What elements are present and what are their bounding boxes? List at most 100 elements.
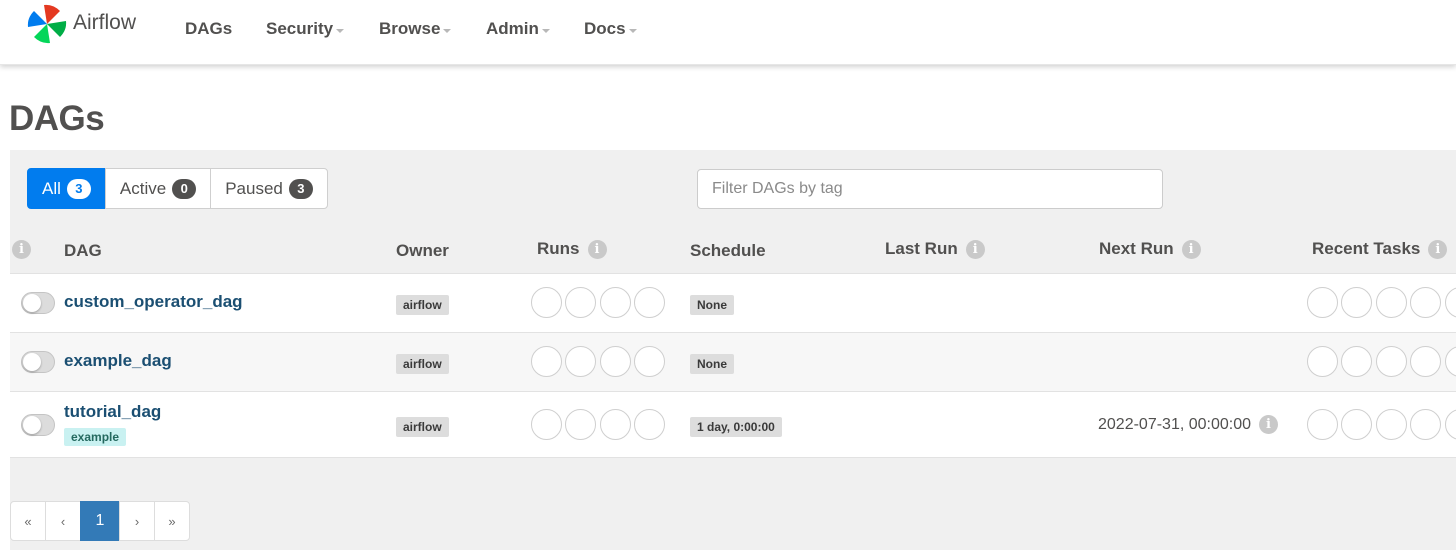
tag-filter-input[interactable] — [697, 169, 1163, 209]
pagination: « ‹ 1 › » — [10, 501, 190, 541]
task-state-circle[interactable] — [1341, 287, 1373, 318]
caret-down-icon — [628, 28, 637, 33]
runs-status-circles — [531, 346, 669, 377]
nav-security[interactable]: Security — [266, 17, 345, 41]
toggle-knob — [23, 416, 41, 434]
info-icon[interactable]: i — [1428, 239, 1448, 259]
header-runs-label: Runs — [537, 239, 580, 258]
header-next-run-label: Next Run — [1099, 239, 1174, 258]
nav-docs[interactable]: Docs — [584, 17, 637, 41]
header-next-run[interactable]: Next Run i — [1099, 238, 1201, 260]
brand-home-link[interactable]: Airflow — [26, 3, 136, 45]
recent-tasks-circles — [1307, 287, 1456, 318]
run-state-circle[interactable] — [531, 409, 562, 440]
dag-link[interactable]: tutorial_dag — [64, 402, 161, 422]
pause-toggle[interactable] — [21, 292, 55, 314]
run-state-circle[interactable] — [599, 346, 631, 377]
header-schedule-label: Schedule — [690, 241, 766, 260]
pause-toggle[interactable] — [21, 351, 55, 373]
page-current-button[interactable]: 1 — [80, 501, 120, 541]
runs-status-circles — [531, 409, 669, 440]
page-last-button[interactable]: » — [154, 501, 190, 541]
header-dag[interactable]: DAG — [64, 240, 102, 262]
task-state-circle[interactable] — [1444, 409, 1456, 440]
info-icon[interactable]: i — [12, 240, 31, 259]
schedule-badge[interactable]: 1 day, 0:00:00 — [690, 417, 782, 437]
task-state-circle[interactable] — [1341, 346, 1373, 377]
nav-admin-label: Admin — [486, 19, 539, 38]
task-state-circle[interactable] — [1307, 287, 1338, 318]
nav-admin[interactable]: Admin — [486, 17, 550, 41]
toggle-knob — [23, 353, 41, 371]
info-icon[interactable]: i — [587, 239, 607, 259]
header-runs: Runs i — [537, 238, 607, 260]
page-first-button[interactable]: « — [10, 501, 46, 541]
task-state-circle[interactable] — [1307, 409, 1338, 440]
run-state-circle[interactable] — [634, 287, 666, 318]
task-state-circle[interactable] — [1444, 346, 1456, 377]
nav-browse[interactable]: Browse — [379, 17, 452, 41]
dag-tag[interactable]: example — [64, 428, 127, 446]
nav-dags-label: DAGs — [185, 19, 233, 38]
task-state-circle[interactable] — [1307, 346, 1338, 377]
header-schedule: Schedule — [690, 240, 766, 262]
run-state-circle[interactable] — [565, 346, 597, 377]
nav-security-label: Security — [266, 19, 334, 38]
info-icon[interactable]: i — [1259, 415, 1279, 434]
run-state-circle[interactable] — [565, 409, 597, 440]
header-recent-tasks: Recent Tasks i — [1312, 238, 1448, 260]
owner-badge[interactable]: airflow — [396, 417, 449, 437]
owner-badge[interactable]: airflow — [396, 295, 449, 315]
pause-toggle[interactable] — [21, 414, 55, 436]
page-next-button[interactable]: › — [119, 501, 155, 541]
header-recent-tasks-label: Recent Tasks — [1312, 239, 1421, 258]
runs-status-circles — [531, 287, 669, 318]
next-run-value: 2022-07-31, 00:00:00 — [1098, 415, 1252, 433]
task-state-circle[interactable] — [1410, 287, 1442, 318]
run-state-circle[interactable] — [531, 346, 562, 377]
toggle-knob — [23, 294, 41, 312]
task-state-circle[interactable] — [1375, 287, 1407, 318]
dags-panel: All 3 Active 0 Paused 3 i DAG Owner Runs… — [10, 150, 1456, 550]
schedule-badge[interactable]: None — [690, 354, 734, 374]
run-state-circle[interactable] — [599, 287, 631, 318]
airflow-logo-icon — [27, 4, 67, 44]
nav-dags[interactable]: DAGs — [185, 17, 232, 41]
header-owner[interactable]: Owner — [396, 240, 449, 262]
owner-badge[interactable]: airflow — [396, 354, 449, 374]
header-dag-label: DAG — [64, 241, 102, 260]
run-state-circle[interactable] — [565, 287, 597, 318]
caret-down-icon — [336, 28, 345, 33]
task-state-circle[interactable] — [1375, 346, 1407, 377]
filter-active-count: 0 — [172, 178, 197, 199]
caret-down-icon — [443, 28, 452, 33]
task-state-circle[interactable] — [1444, 287, 1456, 318]
filter-active-label: Active — [119, 178, 167, 198]
filter-all-button[interactable]: All 3 — [27, 168, 106, 209]
recent-tasks-circles — [1307, 346, 1456, 377]
next-run-cell: 2022-07-31, 00:00:00 i — [1098, 415, 1279, 434]
filter-paused-button[interactable]: Paused 3 — [210, 168, 328, 209]
filter-all-count: 3 — [66, 178, 91, 199]
filter-active-button[interactable]: Active 0 — [104, 168, 212, 209]
task-state-circle[interactable] — [1410, 346, 1442, 377]
run-state-circle[interactable] — [531, 287, 562, 318]
info-icon[interactable]: i — [965, 239, 985, 259]
status-filter-group: All 3 Active 0 Paused 3 — [27, 168, 328, 209]
nav-docs-label: Docs — [584, 19, 626, 38]
caret-down-icon — [541, 28, 550, 33]
dag-link[interactable]: example_dag — [64, 351, 172, 371]
dag-link[interactable]: custom_operator_dag — [64, 292, 243, 312]
page-prev-button[interactable]: ‹ — [45, 501, 81, 541]
run-state-circle[interactable] — [634, 409, 666, 440]
recent-tasks-circles — [1307, 409, 1456, 440]
run-state-circle[interactable] — [634, 346, 666, 377]
schedule-badge[interactable]: None — [690, 295, 734, 315]
task-state-circle[interactable] — [1341, 409, 1373, 440]
filter-paused-label: Paused — [225, 178, 283, 198]
run-state-circle[interactable] — [599, 409, 631, 440]
task-state-circle[interactable] — [1375, 409, 1407, 440]
info-icon[interactable]: i — [1181, 239, 1201, 259]
header-owner-label: Owner — [396, 241, 449, 260]
task-state-circle[interactable] — [1410, 409, 1442, 440]
